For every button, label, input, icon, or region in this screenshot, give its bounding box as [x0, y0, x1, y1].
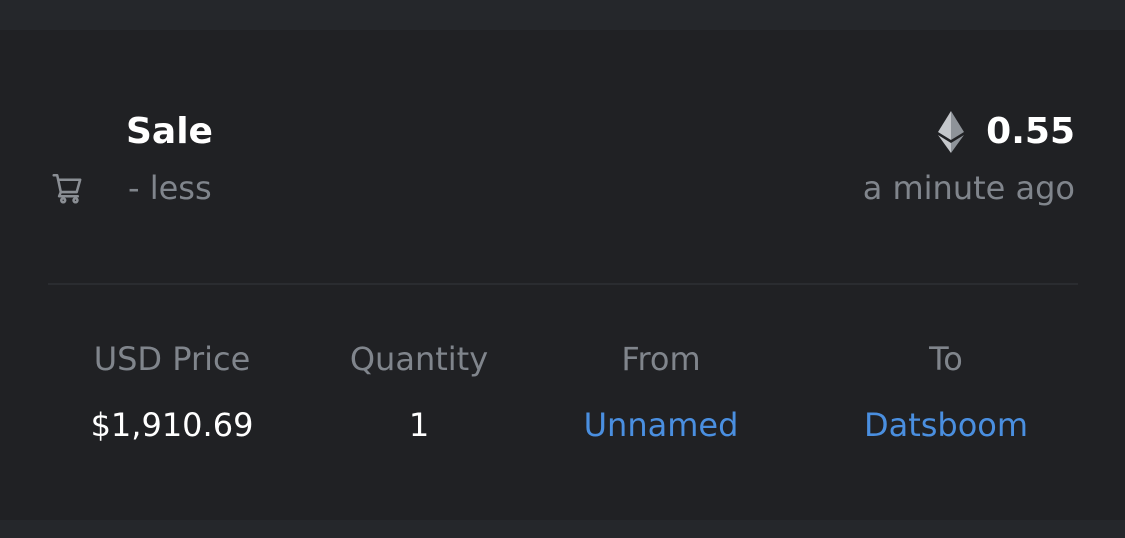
to-user-link[interactable]: Datsboom: [816, 404, 1076, 446]
bottom-strip: [0, 520, 1125, 538]
price-row: 0.55: [938, 110, 1075, 154]
price-value: 0.55: [986, 111, 1075, 152]
quantity-value: 1: [408, 406, 430, 444]
divider: [48, 283, 1078, 285]
from-label: From: [621, 340, 701, 378]
usd-price-label: USD Price: [93, 340, 251, 378]
usd-price-value: $1,910.69: [90, 406, 254, 444]
to-label: To: [929, 340, 963, 378]
quantity-label: Quantity: [349, 340, 489, 378]
activity-card: Sale - less 0.55 a minute ago USD Price …: [0, 30, 1125, 520]
time-ago: a minute ago: [862, 169, 1075, 207]
event-type-label: Sale: [126, 111, 213, 152]
from-column: From Unnamed: [531, 338, 791, 446]
from-user-link[interactable]: Unnamed: [531, 404, 791, 446]
usd-price-column: USD Price $1,910.69: [42, 338, 302, 446]
to-column: To Datsboom: [816, 338, 1076, 446]
shopping-cart-icon: [52, 173, 82, 204]
event-subtitle: - less: [128, 169, 212, 207]
quantity-column: Quantity 1: [289, 338, 549, 446]
ethereum-icon: [938, 111, 965, 153]
